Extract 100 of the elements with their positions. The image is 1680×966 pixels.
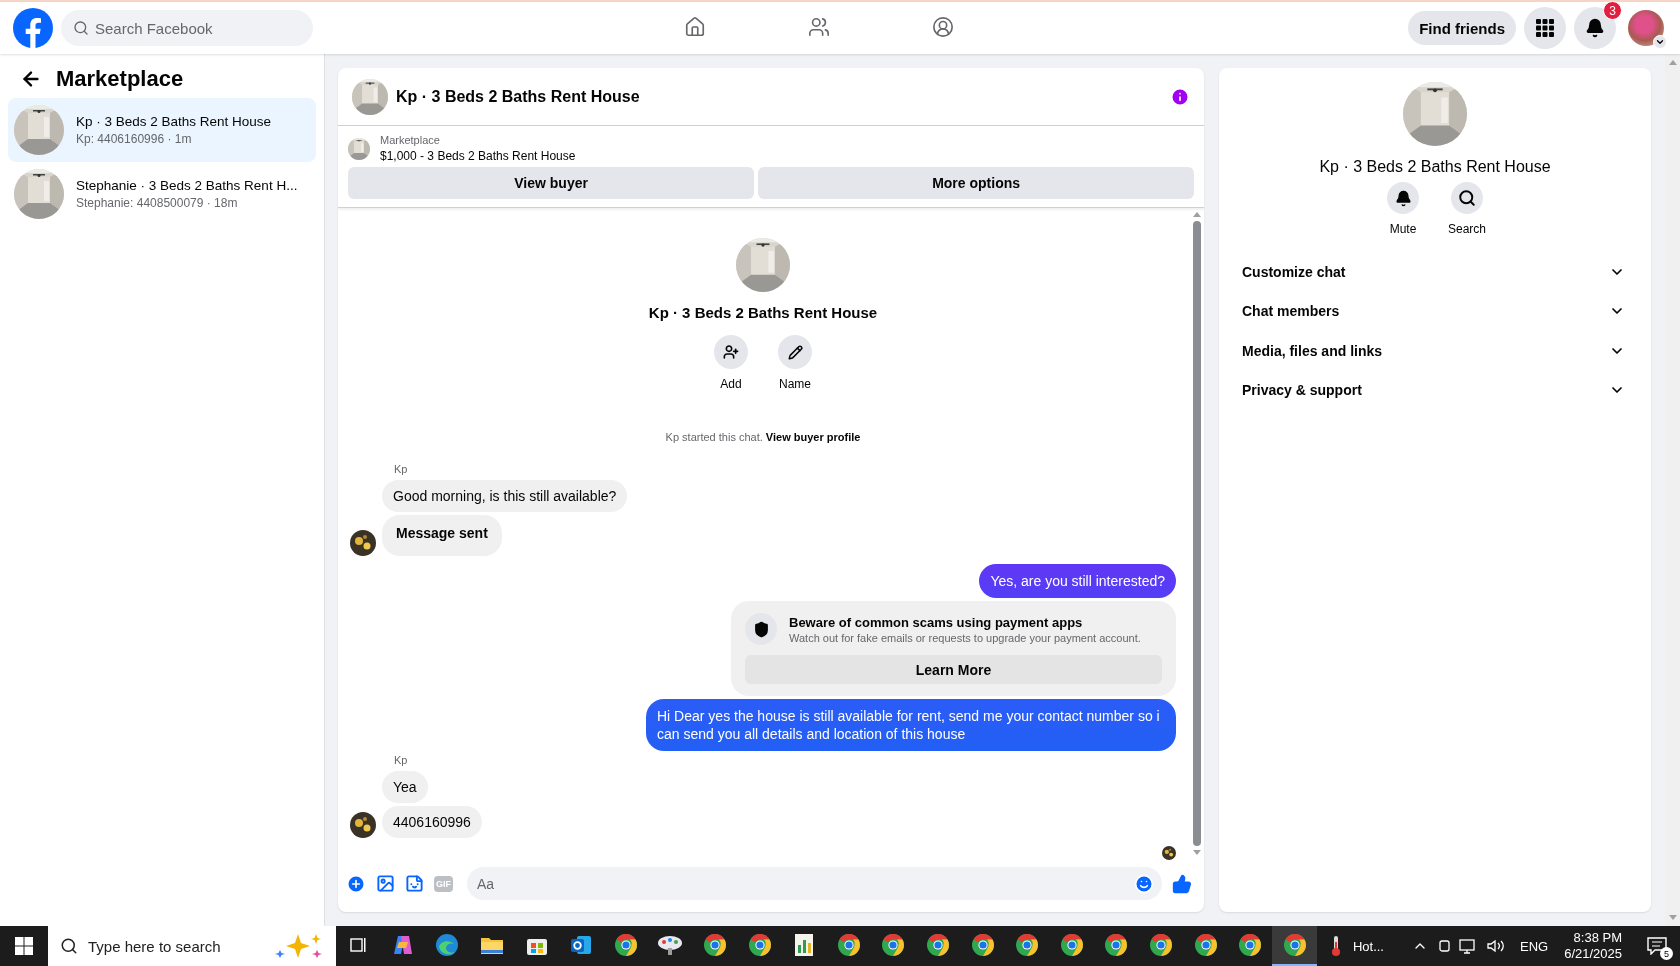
conversation-item[interactable]: Kp · 3 Beds 2 Baths Rent House Kp: 4406160996 · 1m bbox=[8, 98, 316, 162]
chrome-icon bbox=[1149, 933, 1173, 957]
chat-bubble-icon bbox=[1647, 937, 1667, 955]
logo-icon[interactable] bbox=[13, 8, 53, 48]
search-icon bbox=[1458, 189, 1476, 207]
menu-button[interactable] bbox=[1524, 7, 1566, 49]
message-field[interactable]: Aa bbox=[467, 867, 1162, 900]
home-icon bbox=[683, 15, 706, 38]
details-title: Kp · 3 Beds 2 Baths Rent House bbox=[1319, 158, 1551, 176]
conversation-preview: Kp: 4406160996 · 1m bbox=[76, 132, 193, 146]
user-circle-icon bbox=[931, 15, 954, 38]
bell-icon bbox=[1394, 189, 1412, 207]
action-button[interactable] bbox=[778, 335, 812, 369]
chrome-icon bbox=[970, 933, 995, 957]
sender-name: Kp bbox=[393, 754, 408, 766]
spreadsheet-icon bbox=[793, 933, 816, 957]
task-view-icon bbox=[348, 936, 369, 954]
clock-date[interactable]: 6/21/2025 bbox=[1564, 946, 1622, 962]
action-button[interactable]: View buyer bbox=[348, 167, 755, 199]
action-label: Search bbox=[1448, 222, 1486, 236]
chrome-icon bbox=[1238, 933, 1263, 957]
avatar bbox=[350, 530, 376, 556]
conversation-title: Stephanie · 3 Beds 2 Baths Rent H... bbox=[76, 178, 298, 193]
action-button[interactable]: More options bbox=[758, 167, 1194, 199]
chrome-icon bbox=[1059, 933, 1084, 957]
intro-title: Kp · 3 Beds 2 Baths Rent House bbox=[648, 304, 878, 321]
message-bubble: Good morning, is this still available? bbox=[382, 480, 628, 512]
conversation-preview: Stephanie: 4408500079 · 18m bbox=[76, 196, 239, 210]
notification-badge: 3 bbox=[1603, 1, 1622, 20]
avatar bbox=[350, 812, 376, 838]
message-bubble: Yes, are you still interested? bbox=[979, 564, 1176, 598]
chrome-icon bbox=[1104, 933, 1129, 957]
action-label: Add bbox=[720, 377, 742, 391]
weather-text[interactable]: Hot... bbox=[1352, 938, 1384, 954]
chat-notice: Kp started this chat. View buyer profile bbox=[664, 431, 862, 443]
mail-app-icon bbox=[569, 933, 594, 957]
sender-name: Kp bbox=[393, 463, 408, 475]
palette-icon bbox=[657, 934, 684, 956]
notifications-button[interactable] bbox=[1574, 7, 1616, 49]
image-icon bbox=[376, 874, 395, 893]
chrome-icon bbox=[881, 933, 906, 957]
add-person-icon bbox=[723, 344, 739, 360]
status-bubble: Message sent bbox=[382, 515, 502, 556]
message-bubble: 4406160996 bbox=[382, 806, 482, 838]
conversation-item[interactable]: Stephanie · 3 Beds 2 Baths Rent H... Stephanie: 4408500079 · 18m bbox=[8, 162, 316, 226]
windows-icon bbox=[15, 937, 33, 955]
chat-title: Kp · 3 Beds 2 Baths Rent House bbox=[396, 87, 641, 106]
chrome-icon bbox=[836, 933, 861, 957]
section-header[interactable]: Customize chat bbox=[1233, 252, 1637, 292]
clock-time[interactable]: 8:38 PM bbox=[1573, 930, 1622, 946]
avatar bbox=[1162, 846, 1176, 860]
profile-link[interactable]: View buyer profile bbox=[765, 431, 861, 443]
add-button[interactable] bbox=[346, 873, 366, 894]
sticker-button[interactable] bbox=[405, 874, 424, 893]
avatar[interactable] bbox=[1628, 10, 1664, 46]
chrome-icon bbox=[1015, 933, 1040, 957]
chrome-icon bbox=[703, 933, 728, 957]
learn-more-button[interactable]: Learn More bbox=[745, 655, 1162, 684]
thumbs-up-icon bbox=[1172, 873, 1192, 894]
warning-title: Beware of common scams using payment apps bbox=[789, 614, 1084, 630]
action-button[interactable] bbox=[714, 335, 748, 369]
action-button[interactable] bbox=[1451, 182, 1483, 214]
like-button[interactable] bbox=[1172, 873, 1192, 894]
photo-button[interactable] bbox=[376, 874, 395, 893]
action-label: Name bbox=[779, 377, 811, 391]
chevron-down-icon bbox=[1655, 37, 1665, 47]
search-icon bbox=[60, 937, 78, 955]
section-header[interactable]: Media, files and links bbox=[1233, 331, 1637, 371]
action-button[interactable] bbox=[1387, 182, 1419, 214]
scrollbar[interactable] bbox=[1665, 54, 1680, 926]
pencil-icon bbox=[787, 344, 803, 360]
chrome-icon bbox=[1193, 933, 1218, 957]
info-icon[interactable] bbox=[1170, 86, 1190, 107]
section-header[interactable]: Chat members bbox=[1233, 291, 1637, 331]
action-label: Mute bbox=[1389, 222, 1417, 236]
shield-icon bbox=[752, 620, 770, 638]
taskbar-search-field[interactable]: Type here to search bbox=[48, 926, 336, 966]
listing-label: Marketplace bbox=[380, 134, 441, 146]
grid-icon bbox=[1536, 19, 1554, 37]
find-friends-button[interactable]: Find friends bbox=[1408, 11, 1516, 45]
conversation-title: Kp · 3 Beds 2 Baths Rent House bbox=[76, 114, 272, 129]
language-indicator[interactable]: ENG bbox=[1520, 938, 1549, 954]
bell-icon bbox=[1585, 18, 1605, 38]
section-header[interactable]: Privacy & support bbox=[1233, 370, 1637, 410]
chrome-icon bbox=[926, 933, 950, 957]
message-bubble: Hi Dear yes the house is still available for rent, send me your contact number so i can send you all details and location of this house bbox=[646, 699, 1176, 751]
search-icon bbox=[73, 20, 89, 36]
listing-title: $1,000 - 3 Beds 2 Baths Rent House bbox=[380, 149, 576, 163]
taskbar-app[interactable] bbox=[1272, 926, 1318, 966]
people-icon bbox=[807, 15, 830, 38]
sticker-icon bbox=[405, 874, 424, 893]
search-field[interactable]: Search Facebook bbox=[61, 10, 313, 46]
notification-count: 5 bbox=[1660, 947, 1673, 960]
chrome-icon bbox=[1282, 933, 1307, 957]
message-bubble: Yea bbox=[382, 771, 428, 803]
chrome-icon bbox=[747, 933, 772, 957]
plus-icon bbox=[346, 873, 366, 894]
chrome-icon bbox=[613, 933, 638, 957]
notification-center-button[interactable]: 5 bbox=[1640, 929, 1674, 963]
sidebar-title: Marketplace bbox=[56, 66, 184, 92]
